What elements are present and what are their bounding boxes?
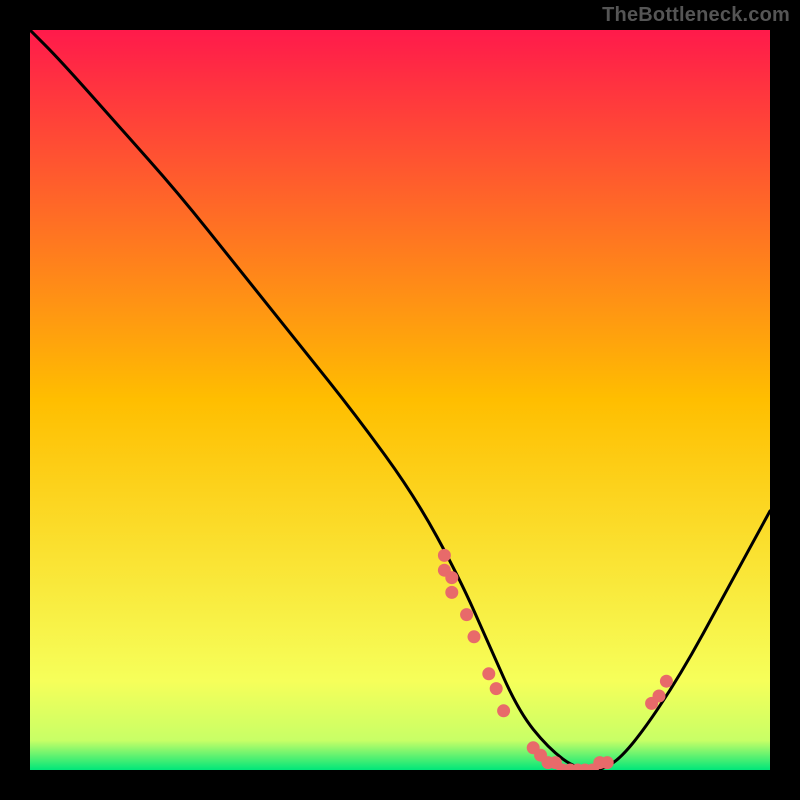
marker-dot — [482, 667, 495, 680]
marker-dot — [445, 586, 458, 599]
chart-svg — [30, 30, 770, 770]
marker-dot — [445, 571, 458, 584]
marker-dot — [660, 675, 673, 688]
chart-frame: TheBottleneck.com — [0, 0, 800, 800]
marker-dot — [438, 549, 451, 562]
marker-dot — [653, 690, 666, 703]
chart-plot — [30, 30, 770, 770]
marker-dot — [490, 682, 503, 695]
marker-dot — [468, 630, 481, 643]
marker-dot — [601, 756, 614, 769]
gradient-bg — [30, 30, 770, 770]
watermark-text: TheBottleneck.com — [602, 4, 790, 27]
marker-dot — [497, 704, 510, 717]
marker-dot — [460, 608, 473, 621]
